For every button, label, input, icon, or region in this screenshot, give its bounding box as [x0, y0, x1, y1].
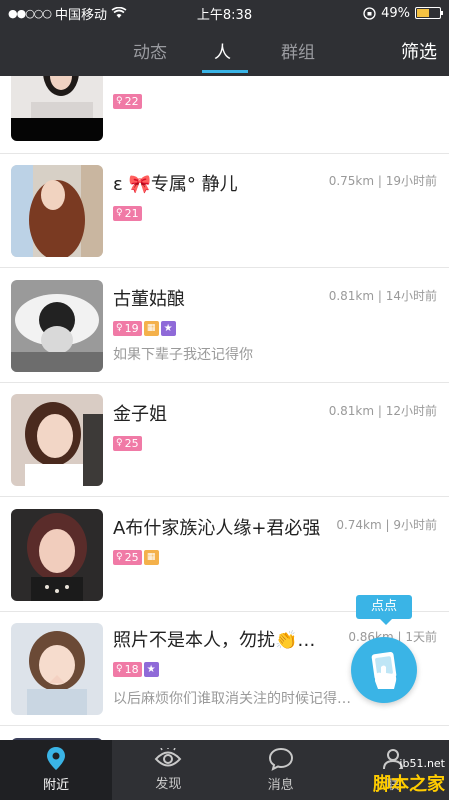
user-name: 金子姐 [113, 404, 167, 425]
gender-icon: ♀ [116, 96, 123, 106]
carrier-name: 中国移动 [55, 7, 108, 23]
list-item[interactable]: ♀ 22 [0, 76, 449, 154]
user-name: 古董姑酿 [113, 289, 185, 310]
vip-badge-icon: ▦ [143, 321, 159, 336]
avatar [11, 76, 103, 141]
age-badge: ♀ 22 [113, 94, 142, 109]
gender-icon: ♀ [116, 552, 123, 562]
user-name: A布什家族沁人缘+君必强 [113, 518, 321, 539]
tab-feed[interactable]: 动态 [133, 38, 167, 63]
battery-icon [415, 7, 443, 19]
age-badge: ♀ 18 [113, 662, 142, 677]
user-signature: 以后麻烦你们谁取消关注的时候记得… [113, 691, 351, 707]
watermark-url: jb51.net [399, 757, 445, 770]
gender-icon: ♀ [116, 664, 123, 674]
age-badge: ♀ 21 [113, 206, 142, 221]
age-badge: ♀ 19 [113, 321, 142, 336]
status-bar: ●●○○○ 中国移动 上午8:38 49% [0, 0, 449, 26]
eye-icon [155, 748, 182, 767]
avatar [11, 165, 103, 257]
user-name: ε 🎀专属° 静儿 [113, 174, 238, 195]
rotation-lock-icon [363, 6, 376, 20]
distance-time: 0.75km | 19小时前 [328, 174, 437, 188]
wifi-icon [111, 7, 127, 18]
age-badge: ♀ 25 [113, 436, 142, 451]
gender-icon: ♀ [116, 323, 123, 333]
gender-icon: ♀ [116, 208, 123, 218]
list-item[interactable]: 金子姐 0.81km | 12小时前 ♀ 25 [0, 383, 449, 497]
avatar [11, 509, 103, 601]
list-item[interactable]: ε 🎀专属° 静儿 0.75km | 19小时前 ♀ 21 [0, 154, 449, 268]
location-pin-icon [47, 747, 66, 770]
user-signature: 如果下辈子我还记得你 [113, 347, 253, 363]
list-item[interactable]: 古董姑酿 0.81km | 14小时前 ♀ 19 ▦ ★ 如果下辈子我还记得你 [0, 268, 449, 383]
avatar [11, 280, 103, 372]
tab-groups[interactable]: 群组 [281, 38, 315, 63]
filter-button[interactable]: 筛选 [401, 38, 437, 64]
tab-messages[interactable]: 消息 [225, 740, 337, 800]
chat-bubble-icon [268, 747, 293, 771]
active-tab-indicator [202, 70, 248, 73]
distance-time: 0.81km | 12小时前 [328, 404, 437, 418]
distance-time: 0.81km | 14小时前 [328, 289, 437, 303]
user-name: 照片不是本人，勿扰👏… [113, 630, 316, 651]
tab-discover[interactable]: 发现 [112, 740, 224, 800]
star-badge-icon: ★ [143, 662, 159, 677]
clock: 上午8:38 [196, 7, 253, 23]
watermark-text: 脚本之家 [373, 774, 445, 795]
star-badge-icon: ★ [160, 321, 176, 336]
battery-percent: 49% [381, 5, 410, 21]
bottom-tab-bar: 附近 发现 消息 联 jb51.net 脚本之家 [0, 740, 449, 800]
avatar [11, 623, 103, 715]
tab-nearby[interactable]: 附近 [0, 740, 113, 800]
list-item[interactable] [0, 726, 449, 740]
age-badge: ♀ 25 [113, 550, 142, 565]
dian-dian-button[interactable] [351, 637, 417, 703]
gender-icon: ♀ [116, 438, 123, 448]
vip-badge-icon: ▦ [143, 550, 159, 565]
top-nav: 动态 人 群组 筛选 [0, 26, 449, 76]
hand-card-icon [371, 651, 397, 689]
watermark: jb51.net 脚本之家 [373, 757, 445, 796]
avatar [11, 394, 103, 486]
dian-dian-label[interactable]: 点点 [356, 595, 412, 625]
signal-dots-icon: ●●○○○ [8, 6, 52, 20]
distance-time: 0.74km | 9小时前 [336, 518, 437, 532]
tab-people[interactable]: 人 [214, 38, 231, 63]
